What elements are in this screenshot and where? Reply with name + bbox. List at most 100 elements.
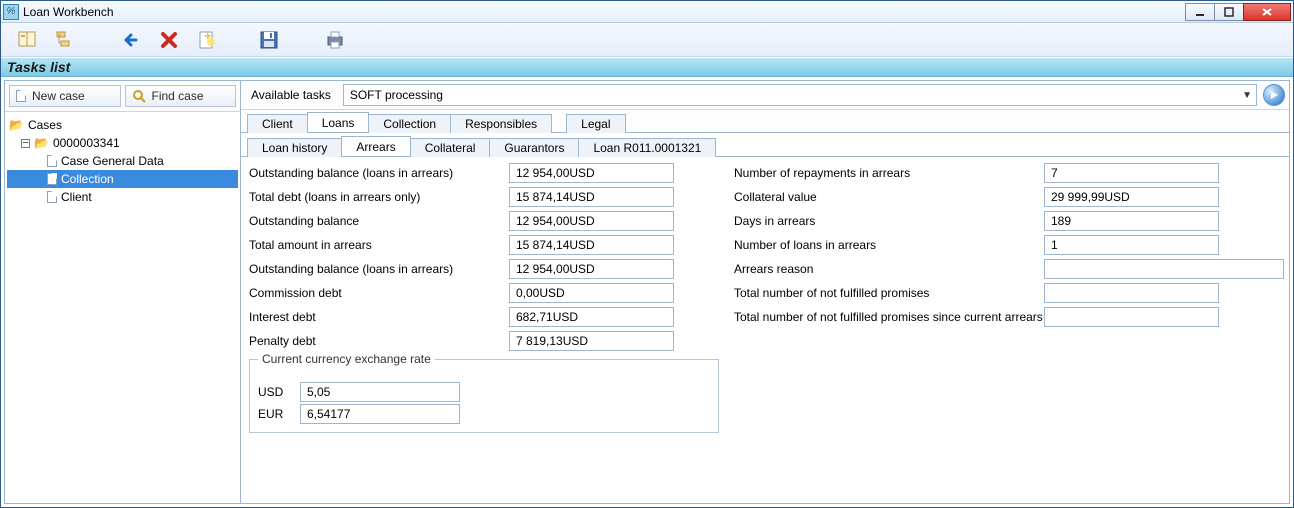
fx-label: USD <box>258 385 292 399</box>
toolbar-save-button[interactable] <box>255 26 283 54</box>
window-buttons <box>1186 3 1291 21</box>
right-pane: Available tasks SOFT processing ▼ Client… <box>241 81 1289 503</box>
tree-node-label: Case General Data <box>61 154 164 168</box>
field-label: Number of repayments in arrears <box>734 166 1044 180</box>
new-case-label: New case <box>32 89 85 103</box>
task-select[interactable]: SOFT processing ▼ <box>343 84 1257 106</box>
tab-responsibles[interactable]: Responsibles <box>450 114 552 133</box>
field-value[interactable]: 189 <box>1044 211 1219 231</box>
tab-legal[interactable]: Legal <box>566 114 625 133</box>
field-label: Outstanding balance <box>249 214 509 228</box>
field-value[interactable]: 7 819,13USD <box>509 331 674 351</box>
fx-row-usd: USD 5,05 <box>258 382 710 402</box>
field-value[interactable]: 12 954,00USD <box>509 259 674 279</box>
toolbar-button-2[interactable] <box>51 26 79 54</box>
left-buttons: New case Find case <box>5 81 240 112</box>
find-case-button[interactable]: Find case <box>125 85 237 107</box>
toolbar-back-button[interactable] <box>117 26 145 54</box>
fx-fieldset: Current currency exchange rate USD 5,05 … <box>249 359 719 433</box>
field-value[interactable] <box>1044 259 1284 279</box>
task-go-button[interactable] <box>1263 84 1285 106</box>
window-title: Loan Workbench <box>23 5 1186 19</box>
toolbar-new-button[interactable] <box>193 26 221 54</box>
close-icon <box>1261 7 1273 17</box>
close-button[interactable] <box>1243 3 1291 21</box>
tree-root[interactable]: 📂 Cases <box>7 116 238 134</box>
toolbar-delete-button[interactable] <box>155 26 183 54</box>
panel-icon <box>16 29 38 51</box>
x-icon <box>158 29 180 51</box>
field-label: Days in arrears <box>734 214 1044 228</box>
field-label: Total number of not fulfilled promises s… <box>734 310 1044 324</box>
field-label: Total amount in arrears <box>249 238 509 252</box>
tab-spacer <box>551 129 567 133</box>
tree-case[interactable]: – 📂 0000003341 <box>7 134 238 152</box>
fx-row-eur: EUR 6,54177 <box>258 404 710 424</box>
tab-arrears[interactable]: Arrears <box>341 136 410 156</box>
titlebar: % Loan Workbench <box>1 1 1293 23</box>
page-icon <box>47 155 57 167</box>
collapse-icon[interactable]: – <box>21 139 30 148</box>
field-value[interactable] <box>1044 307 1219 327</box>
field-label: Arrears reason <box>734 262 1044 276</box>
page-icon <box>16 90 26 102</box>
folder-open-icon: 📂 <box>9 119 24 131</box>
maximize-button[interactable] <box>1214 3 1244 21</box>
field-value[interactable]: 12 954,00USD <box>509 163 674 183</box>
tabs-primary: Client Loans Collection Responsibles Leg… <box>241 110 1289 132</box>
case-tree[interactable]: 📂 Cases – 📂 0000003341 Case General Data… <box>5 112 240 503</box>
tree-node-label: Collection <box>61 172 114 186</box>
page-icon <box>47 191 57 203</box>
fx-value[interactable]: 5,05 <box>300 382 460 402</box>
field-value[interactable]: 12 954,00USD <box>509 211 674 231</box>
tab-guarantors[interactable]: Guarantors <box>489 138 579 157</box>
field-value[interactable] <box>1044 283 1219 303</box>
tree-node-label: Client <box>61 190 92 204</box>
toolbar-button-1[interactable] <box>13 26 41 54</box>
search-icon <box>132 89 146 103</box>
field-label: Number of loans in arrears <box>734 238 1044 252</box>
tree-node-client[interactable]: Client <box>7 188 238 206</box>
tab-collection[interactable]: Collection <box>368 114 451 133</box>
arrears-panel: Outstanding balance (loans in arrears) 1… <box>241 156 1289 503</box>
field-label: Interest debt <box>249 310 509 324</box>
minimize-button[interactable] <box>1185 3 1215 21</box>
tab-collateral[interactable]: Collateral <box>410 138 491 157</box>
app-icon: % <box>3 4 19 20</box>
tree-node-collection[interactable]: Collection <box>7 170 238 188</box>
field-label: Outstanding balance (loans in arrears) <box>249 166 509 180</box>
left-pane: New case Find case 📂 Cases – 📂 000000334… <box>5 81 241 503</box>
section-header: Tasks list <box>1 57 1293 77</box>
field-value[interactable]: 29 999,99USD <box>1044 187 1219 207</box>
fx-label: EUR <box>258 407 292 421</box>
tab-loan-history[interactable]: Loan history <box>247 138 342 157</box>
new-case-button[interactable]: New case <box>9 85 121 107</box>
field-label: Total number of not fulfilled promises <box>734 286 1044 300</box>
main-area: New case Find case 📂 Cases – 📂 000000334… <box>4 80 1290 504</box>
task-select-value: SOFT processing <box>350 88 443 102</box>
tab-loan-detail[interactable]: Loan R011.0001321 <box>578 138 716 157</box>
arrow-left-icon <box>120 29 142 51</box>
app-window: % Loan Workbench <box>0 0 1294 508</box>
chevron-down-icon: ▼ <box>1242 90 1252 101</box>
field-value[interactable]: 0,00USD <box>509 283 674 303</box>
tab-loans[interactable]: Loans <box>307 112 370 132</box>
save-icon <box>258 29 280 51</box>
field-value[interactable]: 15 874,14USD <box>509 235 674 255</box>
field-value[interactable]: 7 <box>1044 163 1219 183</box>
tab-client[interactable]: Client <box>247 114 308 133</box>
taskbar: Available tasks SOFT processing ▼ <box>241 81 1289 110</box>
toolbar-print-button[interactable] <box>321 26 349 54</box>
folder-open-icon: 📂 <box>34 137 49 149</box>
field-value[interactable]: 15 874,14USD <box>509 187 674 207</box>
fx-value[interactable]: 6,54177 <box>300 404 460 424</box>
minimize-icon <box>1195 7 1205 17</box>
print-icon <box>324 29 346 51</box>
field-label: Collateral value <box>734 190 1044 204</box>
field-value[interactable]: 682,71USD <box>509 307 674 327</box>
tree-node-general[interactable]: Case General Data <box>7 152 238 170</box>
toolbar <box>1 23 1293 57</box>
fx-legend: Current currency exchange rate <box>258 352 435 366</box>
field-value[interactable]: 1 <box>1044 235 1219 255</box>
tree-icon <box>54 29 76 51</box>
